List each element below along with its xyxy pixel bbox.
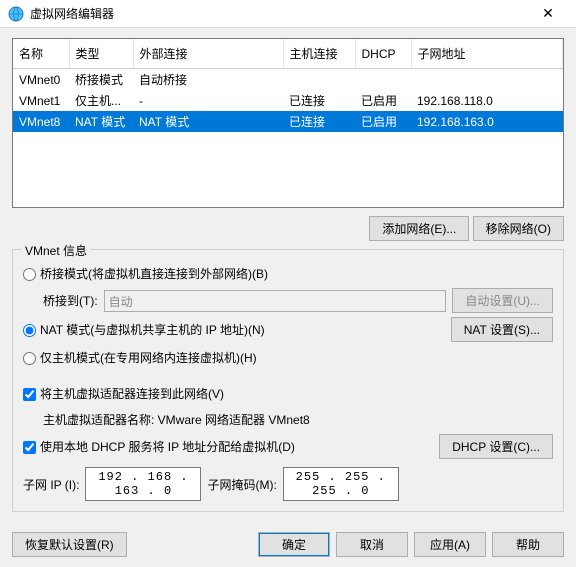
subnet-mask-label: 子网掩码(M): bbox=[207, 476, 276, 493]
table-row[interactable]: VMnet8NAT 模式NAT 模式已连接已启用192.168.163.0 bbox=[13, 111, 563, 132]
table-row[interactable]: VMnet1仅主机...-已连接已启用192.168.118.0 bbox=[13, 90, 563, 111]
table-row[interactable]: VMnet0桥接模式自动桥接 bbox=[13, 69, 563, 91]
vmnet-info-group: VMnet 信息 桥接模式(将虚拟机直接连接到外部网络)(B) 桥接到(T): … bbox=[12, 249, 564, 512]
column-header[interactable]: 外部连接 bbox=[133, 39, 283, 69]
restore-defaults-button[interactable]: 恢复默认设置(R) bbox=[12, 532, 127, 557]
dhcp-checkbox[interactable]: 使用本地 DHCP 服务将 IP 地址分配给虚拟机(D) bbox=[23, 438, 439, 455]
nat-settings-button[interactable]: NAT 设置(S)... bbox=[451, 317, 553, 342]
help-button[interactable]: 帮助 bbox=[492, 532, 564, 557]
bridge-to-select: 自动 bbox=[104, 290, 447, 312]
host-adapter-name: 主机虚拟适配器名称: VMware 网络适配器 VMnet8 bbox=[43, 411, 310, 428]
table-cell bbox=[411, 69, 563, 91]
dhcp-settings-button[interactable]: DHCP 设置(C)... bbox=[439, 434, 553, 459]
subnet-ip-label: 子网 IP (I): bbox=[23, 476, 79, 493]
table-cell: NAT 模式 bbox=[69, 111, 133, 132]
table-cell: VMnet1 bbox=[13, 90, 69, 111]
ok-button[interactable]: 确定 bbox=[258, 532, 330, 557]
table-cell: 仅主机... bbox=[69, 90, 133, 111]
subnet-mask-input[interactable]: 255 . 255 . 255 . 0 bbox=[283, 467, 399, 501]
app-icon bbox=[8, 6, 24, 22]
host-adapter-checkbox[interactable]: 将主机虚拟适配器连接到此网络(V) bbox=[23, 385, 224, 402]
close-button[interactable]: ✕ bbox=[528, 5, 568, 22]
apply-button[interactable]: 应用(A) bbox=[414, 532, 486, 557]
subnet-ip-input[interactable]: 192 . 168 . 163 . 0 bbox=[85, 467, 201, 501]
vmnet-info-legend: VMnet 信息 bbox=[21, 242, 91, 259]
remove-network-button[interactable]: 移除网络(O) bbox=[473, 216, 564, 241]
column-header[interactable]: 主机连接 bbox=[283, 39, 355, 69]
add-network-button[interactable]: 添加网络(E)... bbox=[369, 216, 469, 241]
table-cell: 192.168.163.0 bbox=[411, 111, 563, 132]
table-cell: 已启用 bbox=[355, 111, 411, 132]
table-cell: 已连接 bbox=[283, 90, 355, 111]
cancel-button[interactable]: 取消 bbox=[336, 532, 408, 557]
column-header[interactable]: 类型 bbox=[69, 39, 133, 69]
table-cell: 192.168.118.0 bbox=[411, 90, 563, 111]
bridge-mode-radio[interactable]: 桥接模式(将虚拟机直接连接到外部网络)(B) bbox=[23, 265, 268, 282]
network-table[interactable]: 名称类型外部连接主机连接DHCP子网地址 VMnet0桥接模式自动桥接VMnet… bbox=[12, 38, 564, 208]
table-cell: - bbox=[133, 90, 283, 111]
dialog-footer: 恢复默认设置(R) 确定 取消 应用(A) 帮助 bbox=[0, 522, 576, 567]
table-cell: 已启用 bbox=[355, 90, 411, 111]
auto-settings-button: 自动设置(U)... bbox=[452, 288, 553, 313]
hostonly-mode-radio[interactable]: 仅主机模式(在专用网络内连接虚拟机)(H) bbox=[23, 349, 257, 366]
column-header[interactable]: 名称 bbox=[13, 39, 69, 69]
table-cell: VMnet0 bbox=[13, 69, 69, 91]
titlebar: 虚拟网络编辑器 ✕ bbox=[0, 0, 576, 28]
table-cell bbox=[283, 69, 355, 91]
table-cell: NAT 模式 bbox=[133, 111, 283, 132]
table-cell: 自动桥接 bbox=[133, 69, 283, 91]
table-cell: VMnet8 bbox=[13, 111, 69, 132]
bridge-to-label: 桥接到(T): bbox=[43, 292, 98, 309]
table-cell: 已连接 bbox=[283, 111, 355, 132]
window-title: 虚拟网络编辑器 bbox=[30, 5, 528, 22]
table-cell bbox=[355, 69, 411, 91]
column-header[interactable]: 子网地址 bbox=[411, 39, 563, 69]
nat-mode-radio[interactable]: NAT 模式(与虚拟机共享主机的 IP 地址)(N) bbox=[23, 321, 451, 338]
column-header[interactable]: DHCP bbox=[355, 39, 411, 69]
table-cell: 桥接模式 bbox=[69, 69, 133, 91]
